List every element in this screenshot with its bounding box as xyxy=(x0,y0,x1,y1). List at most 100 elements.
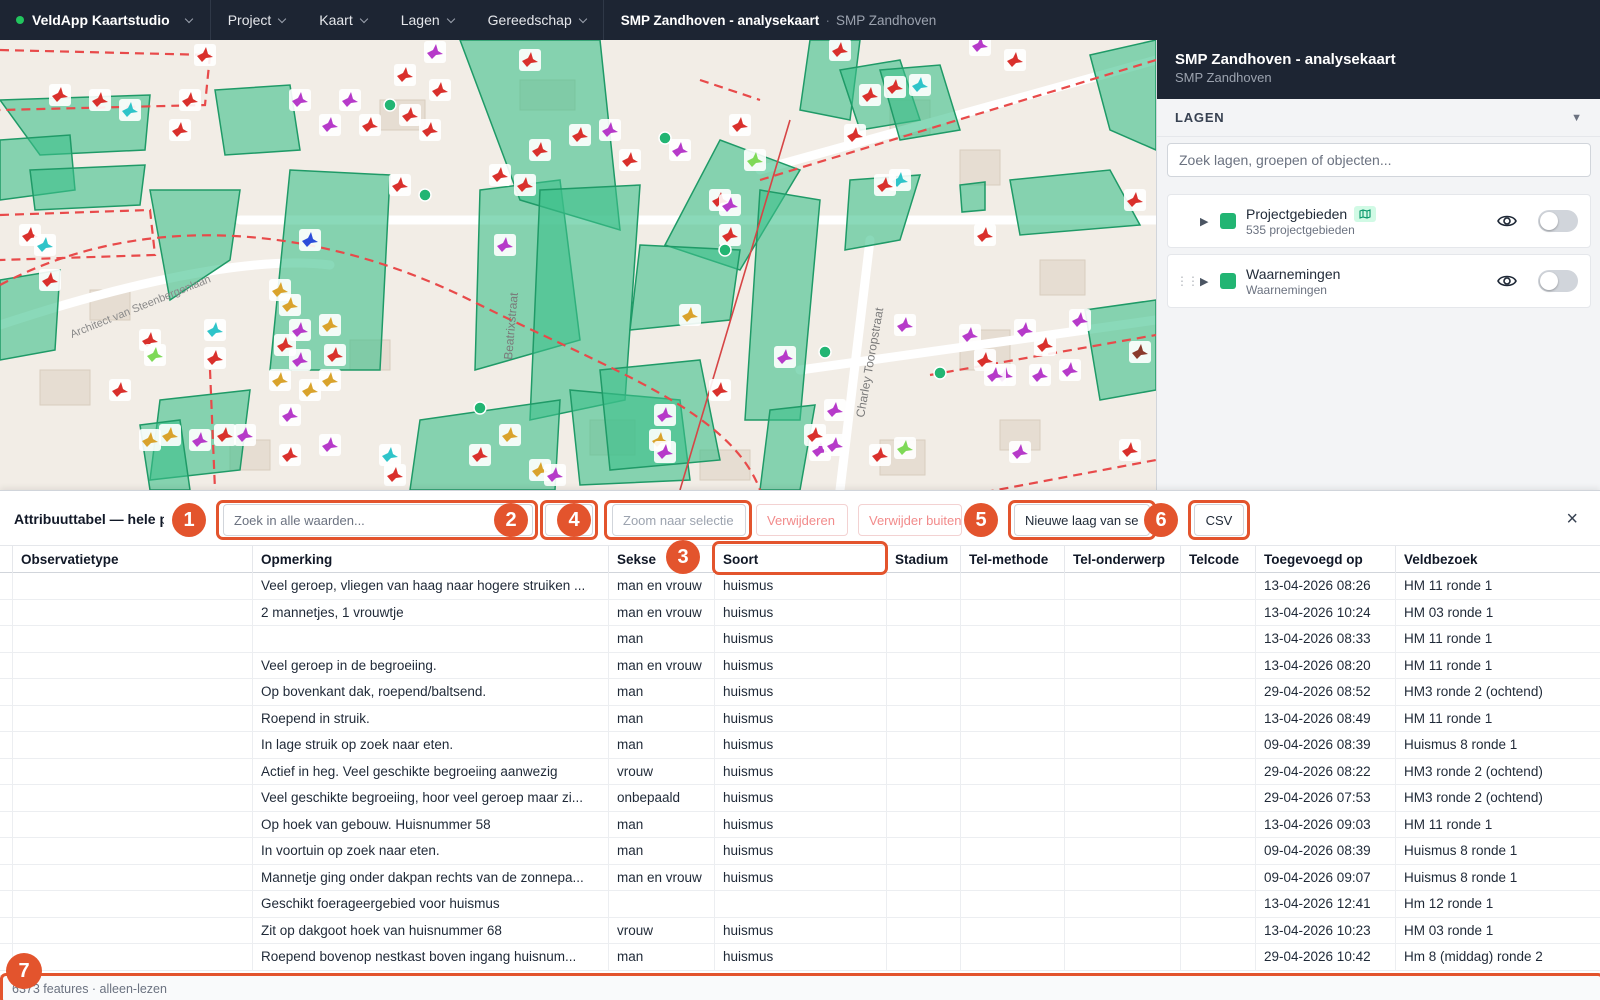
observation-marker[interactable] xyxy=(89,89,111,111)
delete-outside-button[interactable]: Verwijder buiten xyxy=(858,504,962,536)
point-marker[interactable] xyxy=(718,243,732,257)
layer-row-projectgebieden[interactable]: ⋮⋮ ▶ Projectgebieden 535 projectgebieden xyxy=(1167,194,1591,248)
observation-marker[interactable] xyxy=(729,114,751,136)
observation-marker[interactable] xyxy=(874,174,896,196)
table-row[interactable]: Veel geroep in de begroeiing. man en vrou… xyxy=(0,652,1600,679)
column-header[interactable]: Tel-onderwerp xyxy=(1064,546,1180,574)
menu-gereedschap[interactable]: Gereedschap xyxy=(471,0,603,40)
observation-marker[interactable] xyxy=(489,164,511,186)
observation-marker[interactable] xyxy=(429,79,451,101)
observation-marker[interactable] xyxy=(669,139,691,161)
observation-marker[interactable] xyxy=(1004,49,1026,71)
table-row[interactable]: Actief in heg. Veel geschikte begroeiing… xyxy=(0,758,1600,785)
table-row[interactable]: Geschikt foerageergebied voor huismus 13-… xyxy=(0,891,1600,918)
observation-marker[interactable] xyxy=(419,119,441,141)
observation-marker[interactable] xyxy=(774,346,796,368)
point-marker[interactable] xyxy=(383,98,397,112)
observation-marker[interactable] xyxy=(969,40,991,56)
table-row[interactable]: Op hoek van gebouw. Huisnummer 58 man huis… xyxy=(0,811,1600,838)
observation-marker[interactable] xyxy=(139,429,161,451)
observation-marker[interactable] xyxy=(469,444,491,466)
layer-search-input[interactable] xyxy=(1167,143,1591,177)
observation-marker[interactable] xyxy=(514,174,536,196)
observation-marker[interactable] xyxy=(569,124,591,146)
observation-marker[interactable] xyxy=(869,444,891,466)
observation-marker[interactable] xyxy=(1069,309,1091,331)
column-header[interactable]: Toegevoegd op xyxy=(1255,546,1395,574)
observation-marker[interactable] xyxy=(289,349,311,371)
table-row[interactable]: Veel geroep, vliegen van haag naar hoger… xyxy=(0,573,1600,600)
observation-marker[interactable] xyxy=(389,174,411,196)
observation-marker[interactable] xyxy=(884,76,906,98)
expand-triangle-icon[interactable]: ▶ xyxy=(1200,275,1218,288)
observation-marker[interactable] xyxy=(719,194,741,216)
observation-marker[interactable] xyxy=(529,139,551,161)
observation-marker[interactable] xyxy=(319,114,341,136)
observation-marker[interactable] xyxy=(1014,319,1036,341)
observation-marker[interactable] xyxy=(289,89,311,111)
column-header[interactable]: Telcode xyxy=(1180,546,1255,574)
observation-marker[interactable] xyxy=(909,74,931,96)
layer-row-waarnemingen[interactable]: ⋮⋮ ▶ Waarnemingen Waarnemingen xyxy=(1167,254,1591,308)
observation-marker[interactable] xyxy=(679,304,701,326)
observation-marker[interactable] xyxy=(34,234,56,256)
observation-marker[interactable] xyxy=(279,404,301,426)
observation-marker[interactable] xyxy=(744,149,766,171)
observation-marker[interactable] xyxy=(804,424,826,446)
observation-marker[interactable] xyxy=(719,224,741,246)
observation-marker[interactable] xyxy=(319,369,341,391)
column-header[interactable]: Opmerking xyxy=(252,546,608,574)
column-header[interactable]: Veldbezoek xyxy=(1395,546,1600,574)
observation-marker[interactable] xyxy=(1119,439,1141,461)
observation-marker[interactable] xyxy=(494,234,516,256)
observation-marker[interactable] xyxy=(279,294,301,316)
observation-marker[interactable] xyxy=(119,99,141,121)
point-marker[interactable] xyxy=(933,366,947,380)
observation-marker[interactable] xyxy=(394,64,416,86)
observation-marker[interactable] xyxy=(194,44,216,66)
observation-marker[interactable] xyxy=(959,324,981,346)
observation-marker[interactable] xyxy=(49,84,71,106)
table-row[interactable]: Roepend in struik. man huismus 13-04-2026 0… xyxy=(0,705,1600,732)
observation-marker[interactable] xyxy=(379,444,401,466)
observation-marker[interactable] xyxy=(339,89,361,111)
table-row[interactable]: In lage struik op zoek naar eten. man huis… xyxy=(0,732,1600,759)
column-header[interactable]: Stadium xyxy=(886,546,960,574)
observation-marker[interactable] xyxy=(109,379,131,401)
observation-marker[interactable] xyxy=(324,344,346,366)
observation-marker[interactable] xyxy=(169,119,191,141)
observation-marker[interactable] xyxy=(289,319,311,341)
observation-marker[interactable] xyxy=(319,434,341,456)
menu-kaart[interactable]: Kaart xyxy=(302,0,383,40)
observation-marker[interactable] xyxy=(279,444,301,466)
observation-marker[interactable] xyxy=(204,347,226,369)
observation-marker[interactable] xyxy=(1034,334,1056,356)
observation-marker[interactable] xyxy=(1129,341,1151,363)
observation-marker[interactable] xyxy=(384,464,406,486)
table-row[interactable]: man huismus 13-04-2026 08:33 HM 11 ronde 1 xyxy=(0,626,1600,653)
observation-marker[interactable] xyxy=(179,89,201,111)
point-marker[interactable] xyxy=(473,401,487,415)
table-row[interactable]: Op bovenkant dak, roepend/baltsend. man hu… xyxy=(0,679,1600,706)
point-marker[interactable] xyxy=(818,345,832,359)
column-header[interactable]: Tel-methode xyxy=(960,546,1064,574)
expand-triangle-icon[interactable]: ▶ xyxy=(1200,215,1218,228)
menu-lagen[interactable]: Lagen xyxy=(384,0,471,40)
table-row[interactable]: Zit op dakgoot hoek van huisnummer 68 vro… xyxy=(0,917,1600,944)
app-brand-menu[interactable]: VeldApp Kaartstudio xyxy=(0,0,211,40)
observation-marker[interactable] xyxy=(214,424,236,446)
table-row[interactable]: Roepend bovenop nestkast boven ingang hu… xyxy=(0,944,1600,971)
observation-marker[interactable] xyxy=(189,429,211,451)
observation-marker[interactable] xyxy=(39,269,61,291)
observation-marker[interactable] xyxy=(299,379,321,401)
observation-marker[interactable] xyxy=(984,364,1006,386)
table-row[interactable]: Mannetje ging onder dakpan rechts van de… xyxy=(0,864,1600,891)
observation-marker[interactable] xyxy=(144,344,166,366)
table-row[interactable]: 2 mannetjes, 1 vrouwtje man en vrouw huism… xyxy=(0,599,1600,626)
observation-marker[interactable] xyxy=(319,314,341,336)
observation-marker[interactable] xyxy=(894,437,916,459)
observation-marker[interactable] xyxy=(599,119,621,141)
observation-marker[interactable] xyxy=(1059,359,1081,381)
eye-icon[interactable] xyxy=(1496,270,1518,292)
observation-marker[interactable] xyxy=(844,124,866,146)
